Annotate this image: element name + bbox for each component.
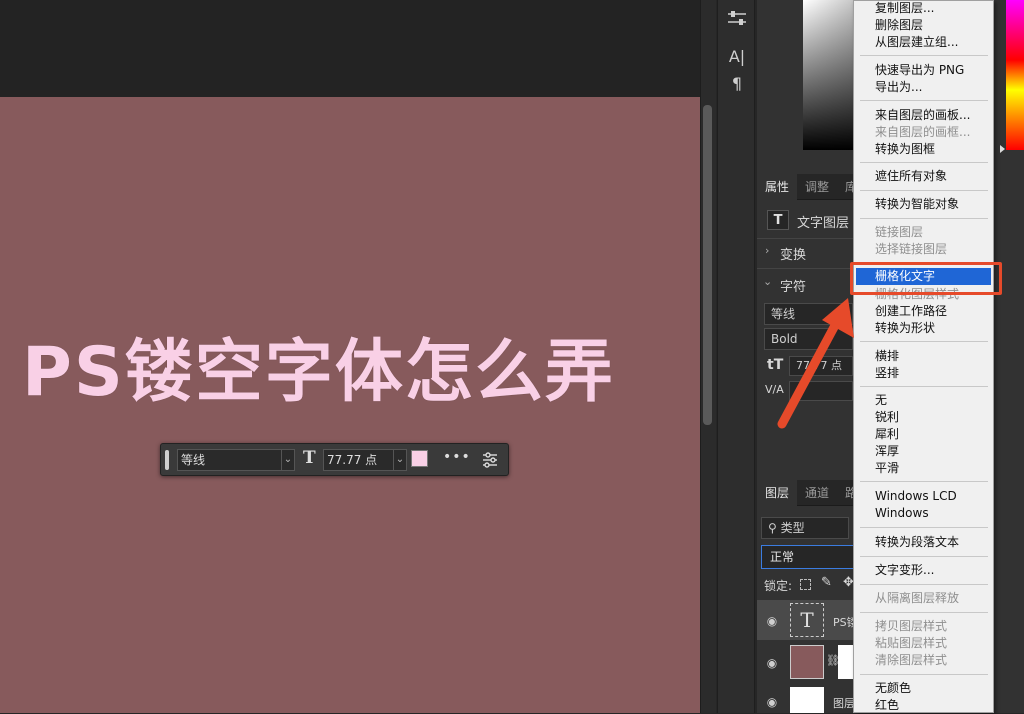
menu-separator bbox=[860, 341, 988, 342]
menu-item-quick-export-png[interactable]: 快速导出为 PNG bbox=[875, 62, 964, 79]
divider bbox=[757, 238, 853, 239]
menu-separator bbox=[860, 556, 988, 557]
menu-item-antialias-sharp[interactable]: 锐利 bbox=[875, 409, 899, 426]
menu-item-create-work-path[interactable]: 创建工作路径 bbox=[875, 303, 947, 320]
tab-adjustments[interactable]: 调整 bbox=[797, 174, 837, 200]
menu-item-windows[interactable]: Windows bbox=[875, 505, 929, 522]
font-size-field[interactable]: 77.77 点 bbox=[323, 449, 395, 471]
drag-handle[interactable] bbox=[165, 450, 169, 470]
menu-item-release-from-isolation: 从隔离图层释放 bbox=[875, 591, 960, 605]
document-topbar bbox=[0, 0, 700, 97]
menu-item-delete-layer[interactable]: 删除图层 bbox=[875, 17, 923, 34]
menu-item-frame-from-layers: 来自图层的画框... bbox=[875, 125, 971, 139]
menu-item-link-layers: 链接图层 bbox=[875, 225, 924, 239]
chevron-right-icon[interactable]: › bbox=[765, 244, 769, 257]
tab-channels[interactable]: 通道 bbox=[797, 480, 837, 506]
menu-separator bbox=[860, 481, 988, 482]
menu-item-warp-text[interactable]: 文字变形... bbox=[875, 562, 934, 579]
panel-tool-strip bbox=[717, 0, 755, 713]
menu-item-clear-layer-style: 清除图层样式 bbox=[875, 653, 948, 667]
menu-separator bbox=[860, 612, 988, 613]
menu-item-antialias-none[interactable]: 无 bbox=[875, 392, 887, 409]
annotation-highlight-box bbox=[850, 262, 1002, 295]
layer-name-text[interactable]: PS镂 bbox=[833, 614, 853, 630]
chevron-down-icon[interactable]: ⌄ bbox=[763, 275, 772, 288]
menu-item-copy-layer-style: 拷贝图层样式 bbox=[875, 619, 948, 633]
eye-icon[interactable]: ◉ bbox=[764, 615, 780, 627]
color-picker-field[interactable] bbox=[803, 0, 853, 150]
menu-item-convert-to-paragraph-text[interactable]: 转换为段落文本 bbox=[875, 534, 959, 551]
more-icon[interactable]: ••• bbox=[443, 449, 471, 465]
text-color-swatch[interactable] bbox=[411, 450, 428, 467]
tab-libraries[interactable]: 库 bbox=[837, 174, 853, 200]
layer-filter-label: 类型 bbox=[780, 521, 805, 535]
eye-icon[interactable]: ◉ bbox=[764, 657, 780, 669]
menu-separator bbox=[860, 674, 988, 675]
menu-item-mask-all-objects[interactable]: 遮住所有对象 bbox=[875, 168, 947, 185]
divider bbox=[757, 268, 853, 269]
search-icon: ⚲ bbox=[768, 521, 781, 535]
tab-paths[interactable]: 路径 bbox=[837, 480, 853, 506]
character-panel-icon[interactable]: A| bbox=[725, 46, 749, 68]
font-family-field[interactable]: 等线 bbox=[177, 449, 295, 471]
menu-item-paste-layer-style: 粘贴图层样式 bbox=[875, 636, 948, 650]
menu-separator bbox=[860, 162, 988, 163]
layer-thumbnail-white[interactable] bbox=[790, 687, 824, 713]
menu-item-windows-lcd[interactable]: Windows LCD bbox=[875, 488, 957, 505]
font-size-icon: T bbox=[303, 448, 316, 468]
menu-separator bbox=[860, 55, 988, 56]
menu-item-no-color[interactable]: 无颜色 bbox=[875, 680, 911, 697]
type-layer-icon: T bbox=[767, 210, 789, 230]
menu-item-antialias-smooth[interactable]: 平滑 bbox=[875, 460, 899, 477]
lock-label: 锁定: bbox=[764, 579, 793, 593]
menu-item-duplicate-layer[interactable]: 复制图层... bbox=[875, 0, 934, 17]
hue-slider[interactable] bbox=[1006, 0, 1024, 150]
menu-item-convert-to-frame[interactable]: 转换为图框 bbox=[875, 141, 935, 158]
menu-item-convert-to-smart-object[interactable]: 转换为智能对象 bbox=[875, 196, 959, 213]
hue-slider-handle[interactable] bbox=[1000, 145, 1005, 153]
menu-item-red[interactable]: 红色 bbox=[875, 697, 899, 714]
menu-separator bbox=[860, 190, 988, 191]
menu-item-export-as[interactable]: 导出为... bbox=[875, 79, 922, 96]
scrollbar-thumb[interactable] bbox=[703, 105, 712, 425]
menu-separator bbox=[860, 584, 988, 585]
menu-item-vertical[interactable]: 竖排 bbox=[875, 365, 899, 382]
layer-name-background[interactable]: 图层 bbox=[833, 695, 853, 711]
menu-item-horizontal[interactable]: 横排 bbox=[875, 348, 899, 365]
menu-item-antialias-crisp[interactable]: 犀利 bbox=[875, 426, 899, 443]
eye-icon[interactable]: ◉ bbox=[764, 696, 780, 708]
menu-item-artboard-from-layers[interactable]: 来自图层的画板... bbox=[875, 107, 970, 124]
menu-separator bbox=[860, 386, 988, 387]
settings-sliders-icon[interactable] bbox=[481, 451, 499, 469]
chevron-down-icon[interactable]: ⌄ bbox=[393, 449, 407, 471]
sliders-icon[interactable] bbox=[726, 8, 748, 28]
layer-mask-thumbnail[interactable] bbox=[838, 645, 853, 679]
paragraph-panel-icon[interactable]: ¶ bbox=[725, 73, 749, 95]
lock-transparent-icon[interactable] bbox=[800, 579, 811, 590]
type-layer-label: 文字图层 bbox=[797, 216, 850, 231]
layer-thumbnail-text[interactable]: T bbox=[790, 603, 824, 637]
menu-separator bbox=[860, 100, 988, 101]
tab-properties[interactable]: 属性 bbox=[757, 174, 798, 200]
layer-thumbnail-color[interactable] bbox=[790, 645, 824, 679]
chevron-down-icon[interactable]: ⌄ bbox=[281, 449, 295, 471]
annotation-arrow-icon bbox=[777, 298, 854, 429]
layer-filter[interactable]: ⚲ 类型 bbox=[761, 517, 849, 539]
menu-separator bbox=[860, 218, 988, 219]
tab-layers[interactable]: 图层 bbox=[757, 480, 798, 506]
section-transform[interactable]: 变换 bbox=[780, 244, 806, 263]
blend-mode-select[interactable]: 正常 bbox=[761, 545, 861, 569]
contextual-task-bar: 等线 ⌄ T 77.77 点 ⌄ ••• bbox=[160, 443, 509, 476]
canvas-headline-text[interactable]: PS镂空字体怎么弄 bbox=[22, 328, 702, 418]
menu-separator bbox=[860, 527, 988, 528]
menu-item-select-linked-layers: 选择链接图层 bbox=[875, 242, 948, 256]
menu-item-group-from-layers[interactable]: 从图层建立组... bbox=[875, 34, 958, 51]
lock-brush-icon[interactable]: ✎ bbox=[821, 575, 832, 590]
menu-item-antialias-strong[interactable]: 浑厚 bbox=[875, 443, 899, 460]
menu-item-convert-to-shape[interactable]: 转换为形状 bbox=[875, 320, 935, 337]
